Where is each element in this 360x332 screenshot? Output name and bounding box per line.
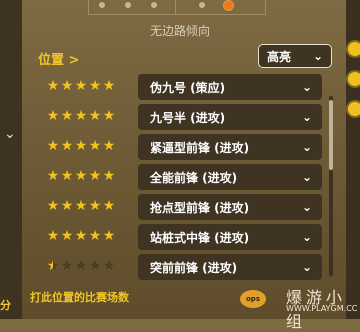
star-icon: ★ [74,78,88,94]
star-icon: ★ [60,78,74,94]
role-dropdown[interactable]: 伪九号 (策应) ⌄ [138,74,322,100]
star-icon: ★ [74,108,88,124]
chevron-down-icon: ⌄ [301,80,312,94]
role-name: 抢点型前锋 (进攻) [150,200,250,215]
chevron-down-icon: ⌄ [301,110,312,124]
pitch-position-dot [99,2,105,8]
star-icon: ★ [74,228,88,244]
star-icon: ★ [88,108,102,124]
star-rating: ★★★★★ [46,258,116,274]
watermark-badge: ops [240,290,266,308]
pitch-position-dot [199,2,205,8]
star-icon: ★ [60,138,74,154]
role-dropdown[interactable]: 九号半 (进攻) ⌄ [138,104,322,130]
role-name: 九号半 (进攻) [150,110,226,125]
chevron-down-icon: ⌄ [301,140,312,154]
star-icon: ★ [102,108,116,124]
star-rating: ★★★★★ [46,198,116,214]
pitch-diagram [88,0,266,15]
star-icon: ★ [60,198,74,214]
highlight-dropdown-label: 高亮 [267,49,292,64]
role-row: ★★★★★ 九号半 (进攻) ⌄ [0,104,324,130]
side-button-3[interactable] [346,100,360,118]
scrollbar-thumb[interactable] [329,100,333,170]
star-icon: ★ [46,228,60,244]
star-icon: ★ [60,168,74,184]
star-icon: ★ [46,198,60,214]
chevron-down-icon: ⌄ [301,170,312,184]
star-rating: ★★★★★ [46,78,116,94]
star-rating: ★★★★★ [46,138,116,154]
star-icon: ★ [88,168,102,184]
star-icon: ★ [102,78,116,94]
star-icon: ★ [88,258,102,274]
position-link[interactable]: 位置 > [38,49,79,68]
star-icon: ★ [46,138,60,154]
star-icon: ★ [88,198,102,214]
pitch-selected-position-dot [223,0,234,11]
pitch-midline [175,0,176,14]
role-row: ★★★★★ 伪九号 (策应) ⌄ [0,74,324,100]
star-icon: ★ [74,138,88,154]
star-icon: ★ [102,198,116,214]
role-row: ★★★★★ 紧逼型前锋 (进攻) ⌄ [0,134,324,160]
star-icon: ★ [60,108,74,124]
role-row: ★★★★★ 站桩式中锋 (进攻) ⌄ [0,224,324,250]
chevron-down-icon: ⌄ [301,230,312,244]
role-dropdown[interactable]: 紧逼型前锋 (进攻) ⌄ [138,134,322,160]
pitch-position-dot [125,2,131,8]
star-icon: ★ [74,258,88,274]
role-dropdown[interactable]: 全能前锋 (进攻) ⌄ [138,164,322,190]
star-icon: ★ [88,228,102,244]
watermark-url: WWW.PLAYGM.CC [286,304,358,313]
watermark: ops 爆游小组 WWW.PLAYGM.CC [240,282,360,331]
role-name: 紧逼型前锋 (进攻) [150,140,250,155]
chevron-down-icon: ⌄ [301,200,312,214]
star-icon: ★ [88,138,102,154]
role-row: ★★★★★ 抢点型前锋 (进攻) ⌄ [0,194,324,220]
match-count-label: 打此位置的比赛场数 [30,291,129,304]
role-row: ★★★★★ 突前前锋 (进攻) ⌄ [0,254,324,280]
pitch-position-dot [151,2,157,8]
role-name: 伪九号 (策应) [150,80,226,95]
star-icon: ★ [74,168,88,184]
star-rating: ★★★★★ [46,168,116,184]
right-panel-edge [346,0,360,319]
chevron-down-icon: ⌄ [301,260,312,274]
highlight-dropdown[interactable]: 高亮 ⌄ [258,44,332,68]
role-dropdown[interactable]: 站桩式中锋 (进攻) ⌄ [138,224,322,250]
star-icon: ★ [60,258,74,274]
star-icon: ★ [102,138,116,154]
side-button-2[interactable] [346,70,360,88]
role-row: ★★★★★ 全能前锋 (进攻) ⌄ [0,164,324,190]
star-icon: ★ [102,258,116,274]
left-partial-text: 分 [0,299,11,312]
role-name: 站桩式中锋 (进攻) [150,230,250,245]
role-dropdown[interactable]: 突前前锋 (进攻) ⌄ [138,254,322,280]
role-name: 全能前锋 (进攻) [150,170,238,185]
star-icon: ★ [74,198,88,214]
star-rating: ★★★★★ [46,228,116,244]
star-icon: ★ [46,78,60,94]
role-tendency-title: 无边路倾向 [149,24,210,38]
star-rating: ★★★★★ [46,108,116,124]
star-icon: ★ [102,168,116,184]
side-button-1[interactable] [346,40,360,58]
role-dropdown[interactable]: 抢点型前锋 (进攻) ⌄ [138,194,322,220]
role-name: 突前前锋 (进攻) [150,260,238,275]
star-icon: ★ [102,228,116,244]
star-icon: ★ [46,258,60,274]
star-icon: ★ [46,108,60,124]
chevron-down-icon: ⌄ [312,49,323,63]
star-icon: ★ [46,168,60,184]
star-icon: ★ [60,228,74,244]
star-icon: ★ [88,78,102,94]
